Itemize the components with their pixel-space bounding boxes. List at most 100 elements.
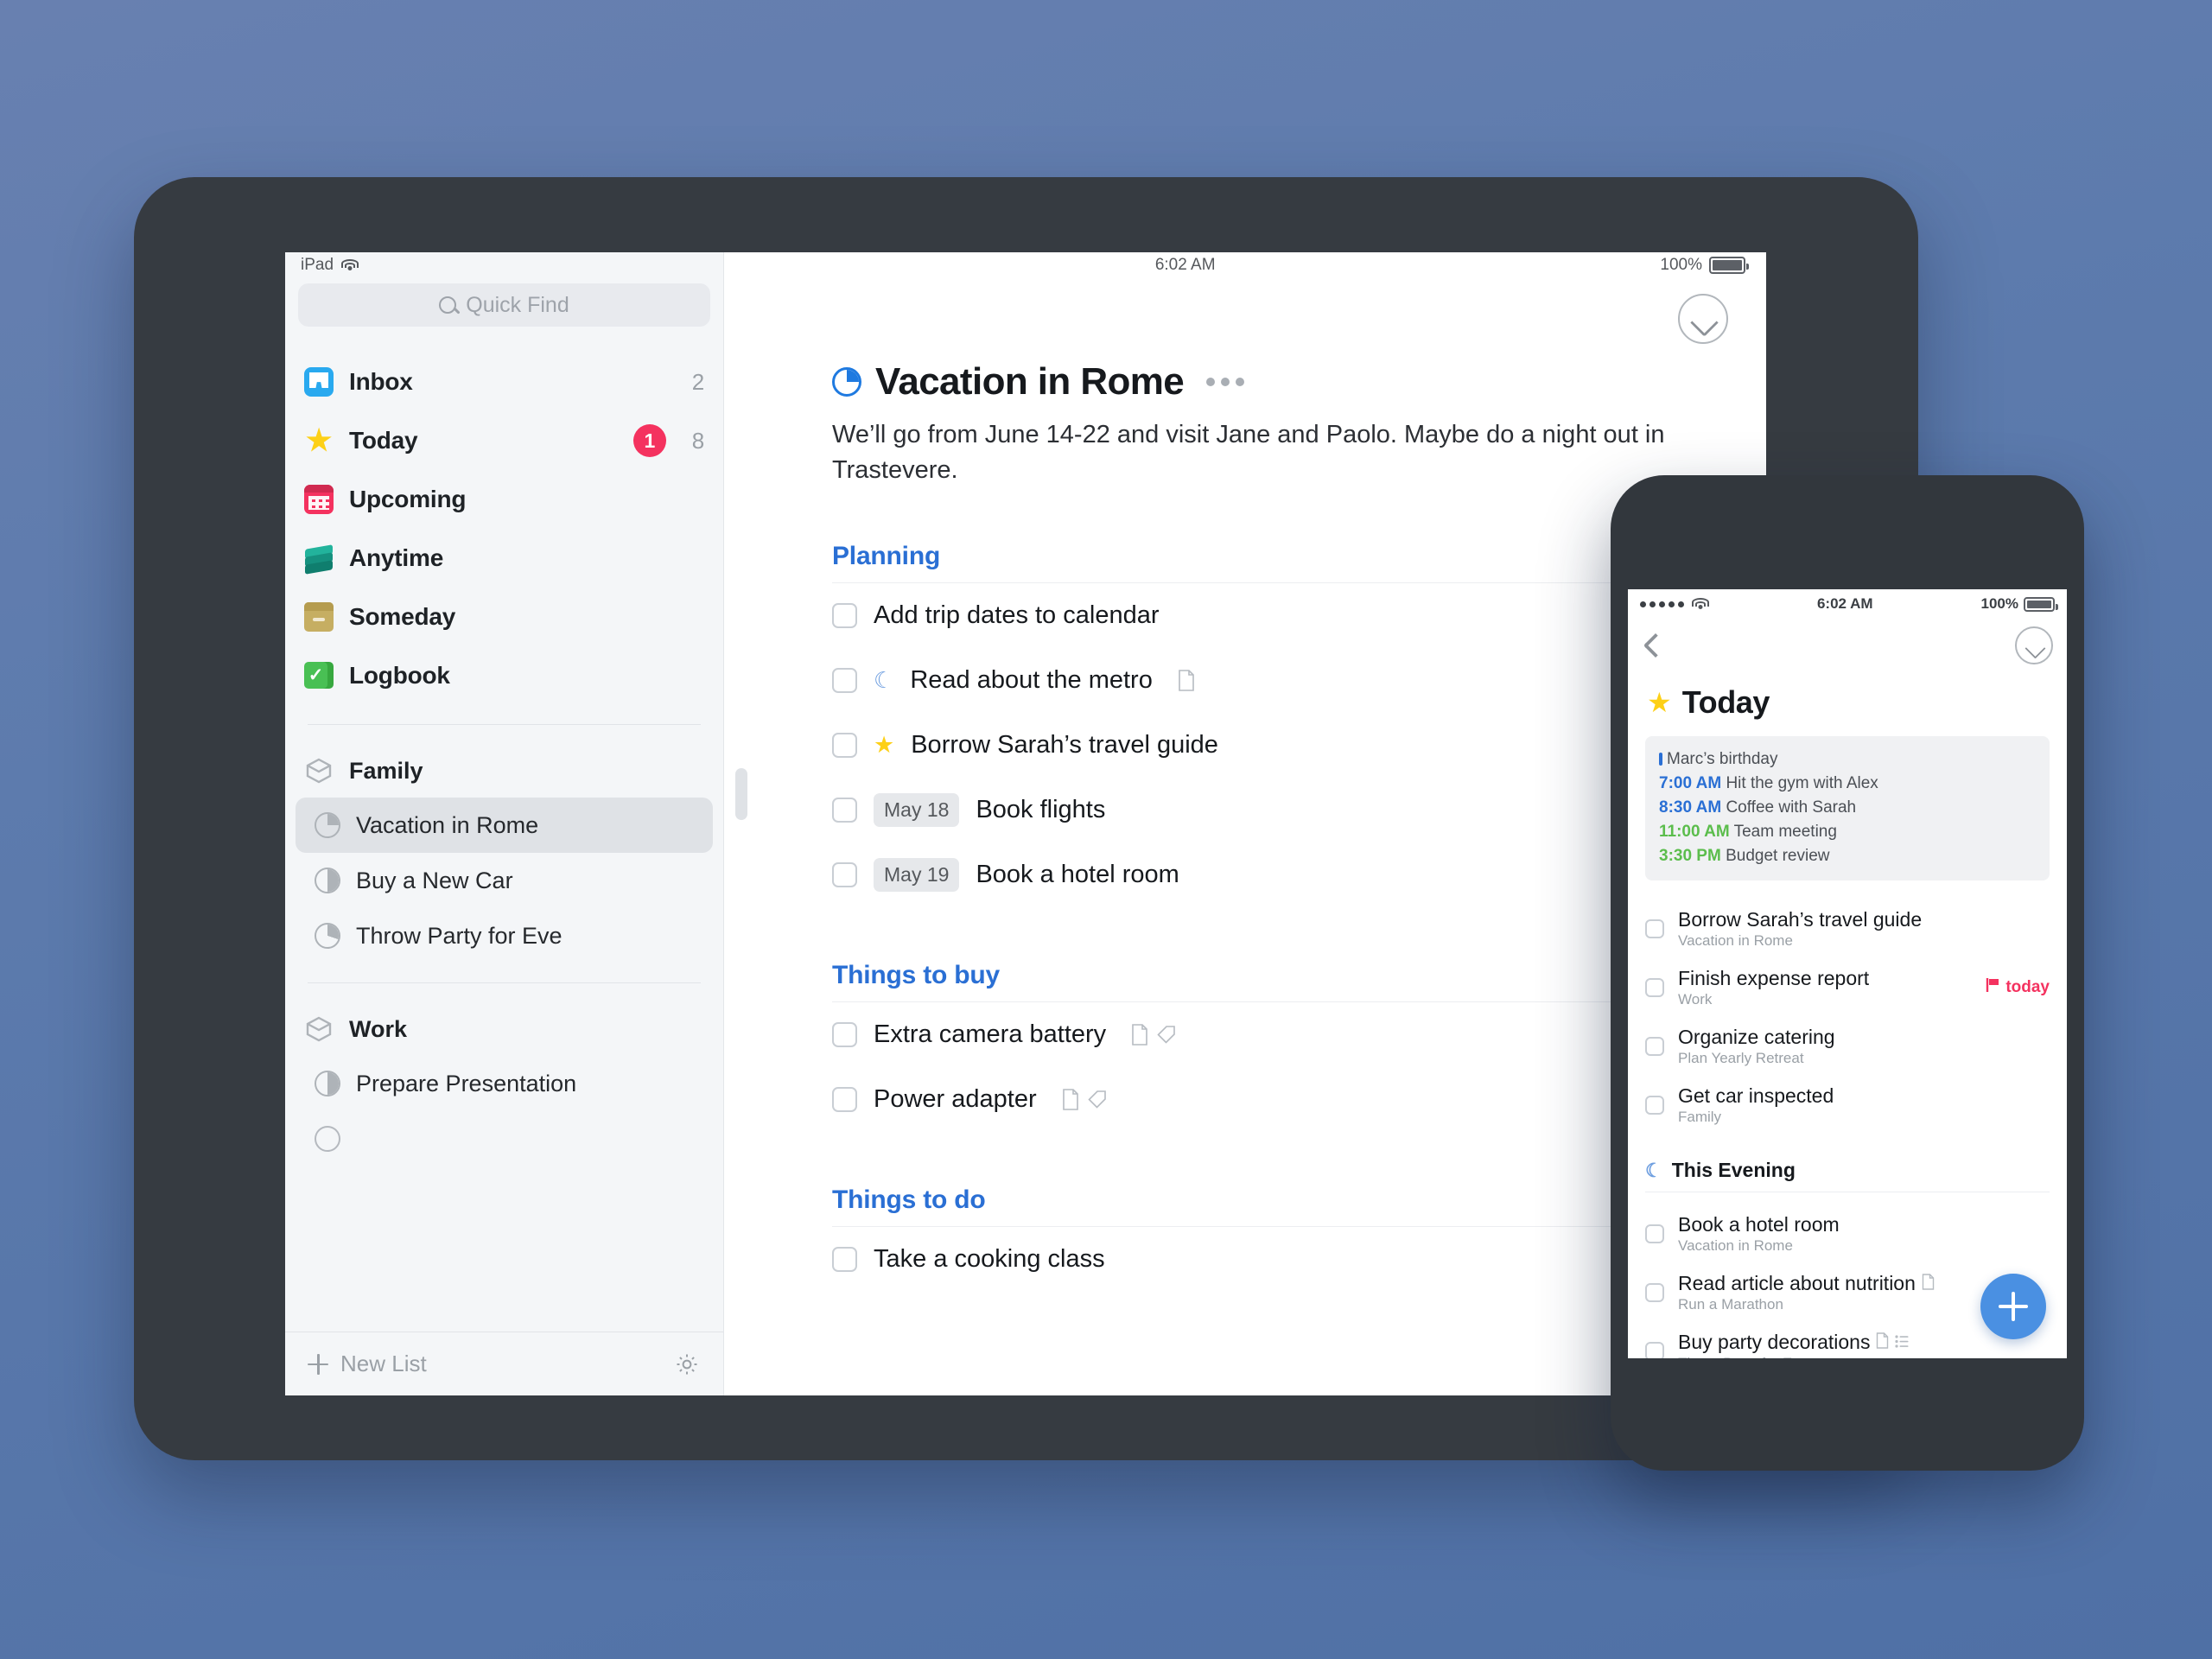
note-icon [1876,1330,1889,1354]
checkbox[interactable] [832,1022,857,1048]
status-time: 6:02 AM [1816,595,1873,612]
area-label: Family [349,757,423,784]
calendar-events-card[interactable]: Marc’s birthday 7:00 AM Hit the gym with… [1645,736,2050,880]
collapse-chevron-down-icon[interactable] [2015,626,2053,664]
checkbox[interactable] [1645,1342,1664,1358]
battery-indicator: 100% [1660,256,1749,275]
sidebar-project-buy-a-new-car[interactable]: Buy a New Car [296,853,713,908]
search-icon [439,296,457,314]
sidebar-project-vacation-in-rome[interactable]: Vacation in Rome [296,798,713,853]
sidebar-item-upcoming[interactable]: Upcoming [285,470,723,529]
list-item[interactable]: Borrow Sarah’s travel guide Vacation in … [1645,899,2050,958]
calendar-icon [304,485,334,514]
sidebar-item-label: Someday [349,603,456,630]
calendar-event-row: Marc’s birthday [1659,747,2036,772]
task-project: Vacation in Rome [1678,931,1793,949]
event-text: Marc’s birthday [1667,750,1778,768]
more-dots-icon[interactable] [1206,378,1245,386]
sidebar-project-throw-party-for-eve[interactable]: Throw Party for Eve [296,908,713,963]
layers-icon [304,543,334,575]
sidebar-item-label: Upcoming [349,486,467,512]
new-list-button[interactable]: New List [340,1351,427,1377]
todo-label: Read about the metro [910,666,1153,695]
star-icon: ★ [1647,687,1672,718]
sidebar-item-inbox[interactable]: Inbox 2 [285,353,723,411]
sidebar-nav: Inbox 2 ★ Today 1 8 Upcoming Anytime Som… [285,353,723,705]
flag-icon [1986,977,2000,998]
checkbox[interactable] [832,668,857,694]
checkbox[interactable] [832,603,857,629]
checkbox[interactable] [832,1247,857,1273]
battery-percent: 100% [1980,595,2018,612]
sidebar-project-partially-hidden[interactable] [296,1111,713,1166]
event-time: 7:00 AM [1659,774,1722,793]
sidebar-area-work[interactable]: Work [285,1002,723,1056]
event-time: 11:00 AM [1659,823,1730,842]
task-title: Organize catering [1678,1025,1835,1048]
checkbox[interactable] [832,733,857,759]
event-time: 3:30 PM [1659,847,1721,866]
checkbox[interactable] [1645,1036,1664,1056]
checkbox[interactable] [832,1087,857,1113]
task-title: Read article about nutrition [1678,1272,1916,1295]
project-note[interactable]: We’ll go from June 14-22 and visit Jane … [832,417,1679,488]
star-icon: ★ [874,732,895,759]
checkbox[interactable] [1645,918,1664,938]
checkbox[interactable] [832,862,857,888]
checkbox[interactable] [1645,1096,1664,1116]
sidebar-item-today[interactable]: ★ Today 1 8 [285,411,723,470]
tag-icon [1087,1090,1107,1109]
sidebar: iPad Quick Find Inbox 2 ★ Today 1 8 Upco… [285,252,724,1395]
checkbox[interactable] [1645,1283,1664,1303]
logbook-check-icon [304,661,334,690]
star-icon: ★ [305,424,333,457]
add-task-button[interactable] [1980,1274,2046,1339]
status-time: 6:02 AM [1154,256,1216,274]
deadline-badge: today [1986,977,2050,998]
section-title: This Evening [1671,1159,1796,1182]
task-title: Borrow Sarah’s travel guide [1678,907,1923,931]
project-label: Prepare Presentation [356,1070,577,1096]
sidebar-item-logbook[interactable]: Logbook [285,646,723,705]
area-label: Work [349,1015,408,1042]
task-title: Buy party decorations [1678,1331,1871,1354]
sidebar-item-label: Today [349,427,418,454]
sidebar-item-anytime[interactable]: Anytime [285,529,723,588]
task-title: Get car inspected [1678,1084,1834,1107]
collapse-chevron-down-icon[interactable] [1678,294,1728,344]
ipad-screen: iPad Quick Find Inbox 2 ★ Today 1 8 Upco… [285,252,1766,1395]
event-text: Team meeting [1733,823,1837,842]
back-chevron-icon[interactable] [1643,632,1669,658]
sidebar-area-family[interactable]: Family [285,744,723,798]
ipad-status-bar: iPad [285,252,723,278]
search-input[interactable]: Quick Find [298,283,710,327]
checkbox[interactable] [1645,977,1664,997]
gear-icon[interactable] [673,1351,701,1378]
wifi-icon [1692,597,1709,611]
progress-pie-icon [315,923,340,949]
moon-icon: ☾ [1645,1159,1662,1181]
battery-icon [1709,257,1749,274]
todo-label: Take a cooking class [874,1245,1105,1274]
checkbox[interactable] [1645,1224,1664,1244]
signal-dots-icon [1640,601,1684,607]
sidebar-item-someday[interactable]: Someday [285,588,723,646]
note-icon [1922,1271,1935,1295]
pane-drag-handle[interactable] [735,768,747,820]
list-item[interactable]: Get car inspected Family [1645,1076,2050,1135]
plus-icon [308,1353,328,1375]
checkbox[interactable] [832,798,857,823]
progress-pie-icon [315,1071,340,1096]
note-icon [1062,1089,1079,1111]
progress-pie-icon [315,812,340,838]
todo-label: Power adapter [874,1085,1037,1114]
sidebar-project-prepare-presentation[interactable]: Prepare Presentation [296,1056,713,1111]
iphone-status-bar: 6:02 AM 100% [1628,589,2067,619]
note-icon [1131,1024,1148,1046]
list-item[interactable]: Organize catering Plan Yearly Retreat [1645,1017,2050,1076]
list-item[interactable]: Finish expense report Work today [1645,958,2050,1017]
today-task-list: Borrow Sarah’s travel guide Vacation in … [1628,899,2067,1135]
todo-label: Borrow Sarah’s travel guide [911,731,1218,760]
list-item[interactable]: Book a hotel room Vacation in Rome [1645,1205,2050,1263]
inbox-icon [304,367,334,397]
